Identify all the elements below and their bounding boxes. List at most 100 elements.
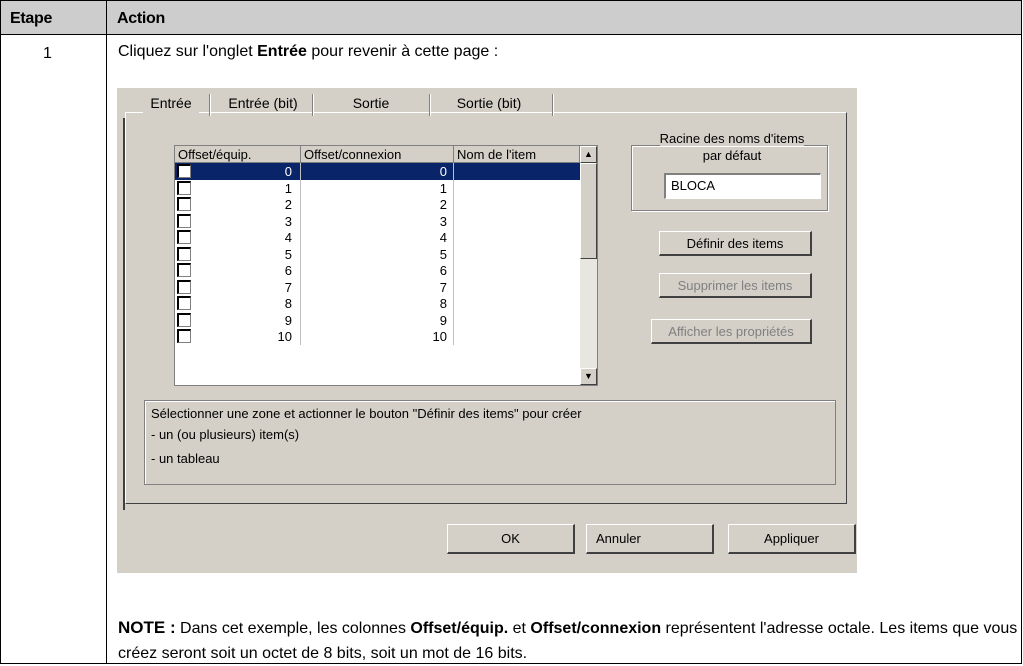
note-term-offset-equip: Offset/équip. [410,620,509,637]
table-row[interactable]: 44 [175,229,580,246]
cell-offset-connexion[interactable]: 8 [301,295,454,312]
grid-vertical-scrollbar[interactable]: ▲ ▼ [580,146,597,385]
cell-item-name[interactable] [454,196,580,213]
cell-offset-connexion[interactable]: 10 [301,328,454,345]
tab-separator [552,94,554,116]
note-text: et [508,620,531,637]
info-line-1: Sélectionner une zone et actionner le bo… [151,406,582,421]
tab-separator [209,94,211,116]
cell-offset-connexion[interactable]: 5 [301,245,454,263]
note-label: NOTE : [118,618,176,637]
row-checkbox[interactable] [177,164,191,178]
cell-item-name[interactable] [454,163,580,180]
header-action: Action [117,10,165,27]
grid-header: Offset/équip. Offset/connexion Nom de l'… [175,146,580,163]
cell-item-name[interactable] [454,262,580,279]
grid-header-item-name[interactable]: Nom de l'item [454,146,580,163]
grid-header-offset-connexion[interactable]: Offset/connexion [301,146,454,163]
row-checkbox[interactable] [177,213,191,228]
cell-offset-equip[interactable]: 7 [175,278,301,296]
info-line-2: - un (ou plusieurs) item(s) [151,427,300,442]
default-root-title-line1: Racine des noms d'items [659,131,805,146]
cell-offset-equip[interactable]: 3 [175,212,301,230]
table-header-row: Etape Action [1,1,1021,35]
cell-offset-connexion[interactable]: 3 [301,212,454,230]
cell-offset-equip[interactable]: 5 [175,245,301,263]
row-checkbox[interactable] [177,279,191,294]
show-properties-button[interactable]: Afficher les propriétés [651,319,812,344]
cell-item-name[interactable] [454,213,580,230]
note-text: Dans cet exemple, les colonnes [175,620,411,637]
cell-offset-connexion[interactable]: 9 [301,311,454,329]
cell-offset-equip[interactable]: 0 [175,163,301,180]
table-row[interactable]: 55 [175,245,580,263]
scroll-up-icon[interactable]: ▲ [580,146,597,163]
note-paragraph: NOTE : Dans cet exemple, les colonnes Of… [118,615,1022,666]
info-box: Sélectionner une zone et actionner le bo… [144,400,836,485]
cell-offset-connexion[interactable]: 6 [301,262,454,279]
define-items-button[interactable]: Définir des items [659,231,812,256]
cell-item-name[interactable] [454,328,580,345]
row-checkbox[interactable] [177,246,191,261]
table-row[interactable]: 66 [175,262,580,279]
row-checkbox[interactable] [177,329,191,343]
instruction-tab-name: Entrée [257,43,307,60]
grid-header-offset-equip[interactable]: Offset/équip. [175,146,301,163]
cell-item-name[interactable] [454,246,580,263]
procedure-table: Etape Action 1 Cliquez sur l'onglet Entr… [0,0,1022,664]
cell-offset-equip[interactable]: 8 [175,295,301,312]
default-root-title: Racine des noms d'items par défaut [623,130,841,164]
delete-items-button[interactable]: Supprimer les items [659,273,812,298]
table-row[interactable]: 10 10 [175,328,580,345]
items-grid[interactable]: Offset/équip. Offset/connexion Nom de l'… [174,145,598,386]
scroll-down-icon[interactable]: ▼ [580,368,597,385]
table-row[interactable]: 99 [175,311,580,329]
ok-button[interactable]: OK [447,524,575,554]
cancel-button[interactable]: Annuler [586,524,714,554]
row-checkbox[interactable] [177,230,191,244]
note-term-offset-connexion: Offset/connexion [530,620,662,637]
cell-offset-connexion[interactable]: 7 [301,278,454,296]
default-root-input[interactable]: BLOCA [664,173,821,199]
table-row[interactable]: 22 [175,196,580,213]
default-root-title-line2: par défaut [702,148,762,163]
instruction-text-end: pour revenir à cette page : [306,43,499,60]
cell-offset-equip[interactable]: 10 [175,328,301,345]
tab-entree[interactable]: Entrée [143,92,199,114]
tab-sortie[interactable]: Sortie [321,92,421,114]
row-checkbox[interactable] [177,197,191,211]
cell-item-name[interactable] [454,295,580,312]
items-dialog: Entrée Entrée (bit) Sortie Sortie (bit) … [117,88,857,573]
row-checkbox[interactable] [177,180,191,195]
table-row[interactable]: 11 [175,179,580,197]
info-line-3: - un tableau [151,451,220,466]
cell-offset-connexion[interactable]: 1 [301,179,454,197]
cell-item-name[interactable] [454,229,580,246]
table-row[interactable]: 88 [175,295,580,312]
row-checkbox[interactable] [177,296,191,310]
cell-item-name[interactable] [454,180,580,197]
column-divider [106,1,107,664]
cell-offset-equip[interactable]: 4 [175,229,301,246]
table-row[interactable]: 33 [175,212,580,230]
cell-item-name[interactable] [454,312,580,329]
cell-offset-connexion[interactable]: 0 [301,163,454,180]
cell-offset-equip[interactable]: 9 [175,311,301,329]
tab-sortie-bit[interactable]: Sortie (bit) [439,92,539,114]
cell-offset-equip[interactable]: 1 [175,179,301,197]
scroll-thumb[interactable] [580,163,597,259]
cell-item-name[interactable] [454,279,580,296]
row-checkbox[interactable] [177,263,191,277]
cell-offset-connexion[interactable]: 4 [301,229,454,246]
tab-separator [312,94,314,116]
step-instruction: Cliquez sur l'onglet Entrée pour revenir… [118,43,498,61]
cell-offset-equip[interactable]: 6 [175,262,301,279]
tab-separator [429,94,431,116]
tab-entree-bit[interactable]: Entrée (bit) [217,92,309,114]
table-row[interactable]: 00 [175,163,580,180]
cell-offset-connexion[interactable]: 2 [301,196,454,213]
cell-offset-equip[interactable]: 2 [175,196,301,213]
row-checkbox[interactable] [177,312,191,327]
table-row[interactable]: 77 [175,278,580,296]
apply-button[interactable]: Appliquer [728,524,856,554]
